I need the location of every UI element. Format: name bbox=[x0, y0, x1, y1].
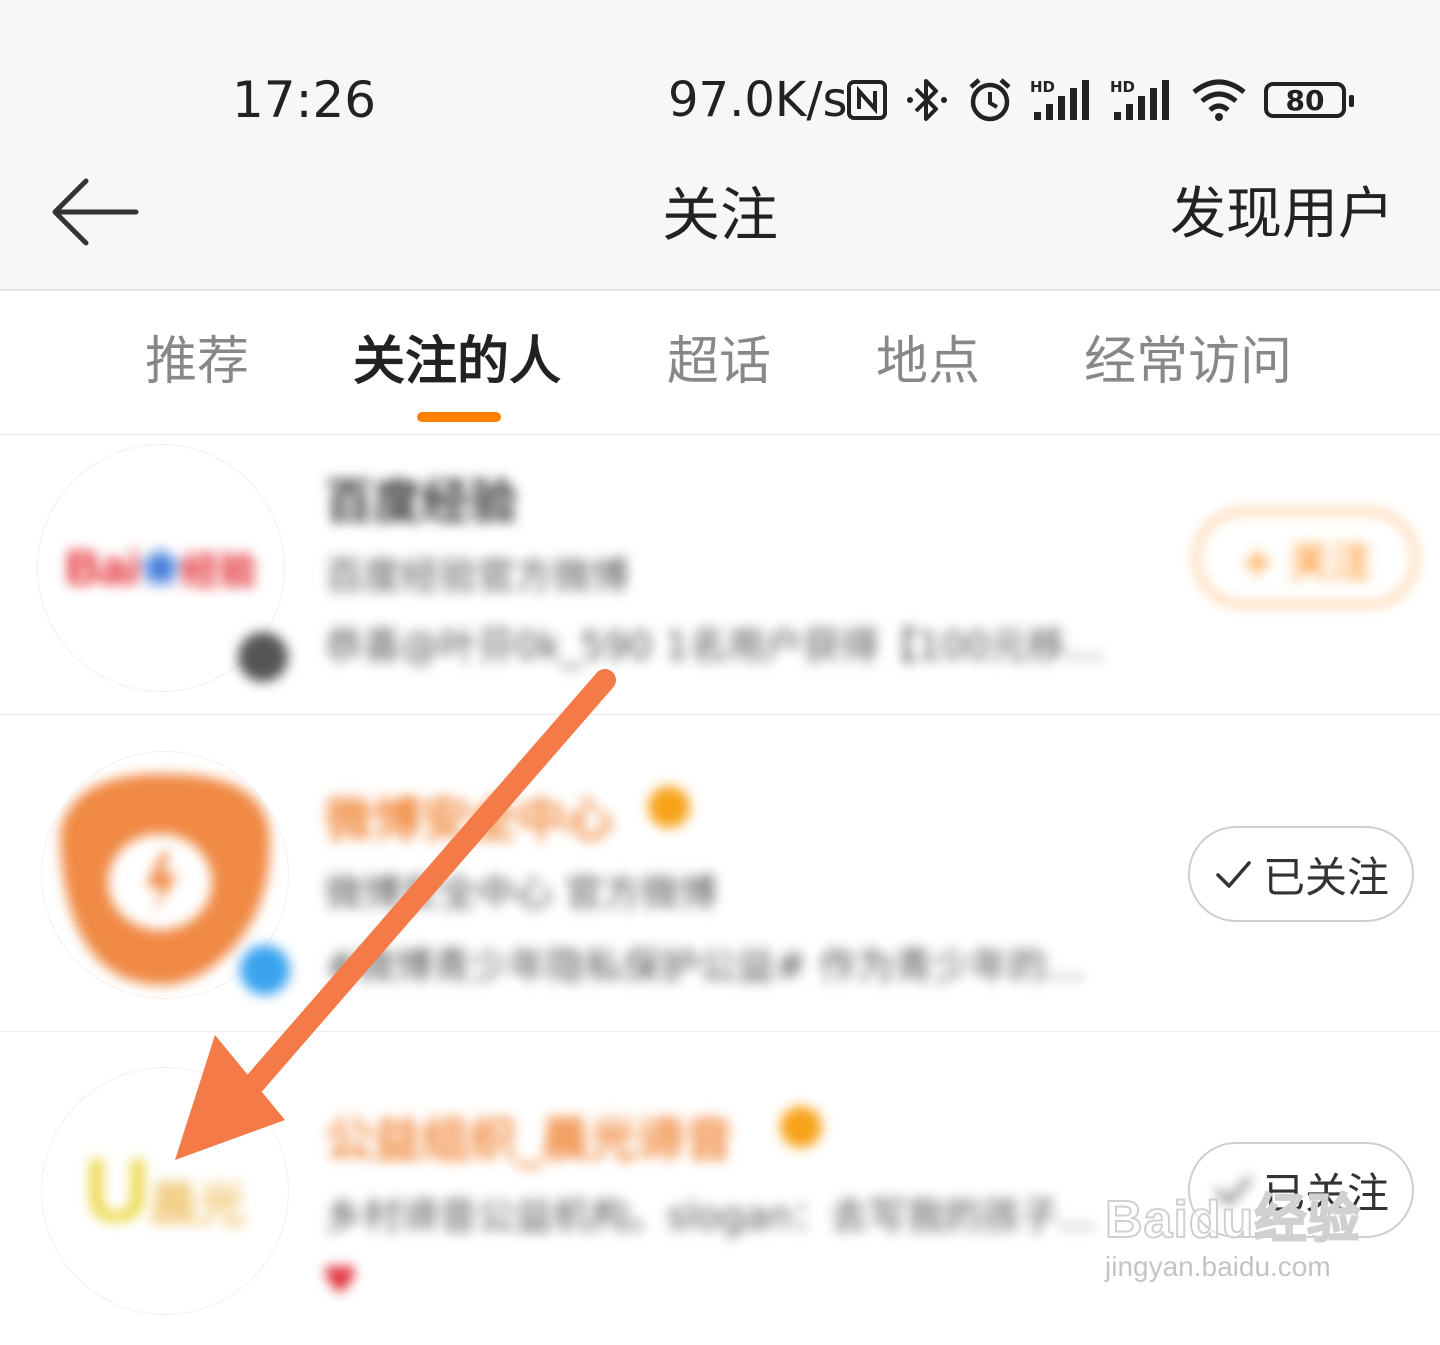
watermark: Baidu经验 jingyan.baidu.com bbox=[1104, 1190, 1361, 1284]
divider bbox=[0, 714, 1440, 715]
battery-icon: 80 bbox=[1264, 82, 1354, 118]
nfc-icon bbox=[846, 79, 888, 121]
active-tab-indicator bbox=[417, 412, 501, 422]
hd-signal-icon: HD bbox=[1110, 76, 1174, 124]
bluetooth-icon bbox=[904, 75, 950, 125]
svg-text:HD: HD bbox=[1110, 78, 1135, 96]
watermark-logo: Baidu经验 bbox=[1104, 1190, 1361, 1250]
vip-badge-icon bbox=[780, 1106, 822, 1148]
tab-super-topics[interactable]: 超话 bbox=[667, 330, 771, 394]
watermark-url: jingyan.baidu.com bbox=[1105, 1251, 1331, 1282]
status-time: 17:26 bbox=[232, 71, 377, 129]
tab-places[interactable]: 地点 bbox=[876, 330, 980, 394]
followed-label: 已关注 bbox=[1262, 852, 1389, 902]
battery-level: 80 bbox=[1285, 83, 1325, 117]
user-name: 公益组织_晨光谛音 bbox=[325, 1112, 734, 1168]
check-icon bbox=[1216, 861, 1251, 888]
verified-badge-icon bbox=[240, 945, 290, 995]
tab-following[interactable]: 关注的人 bbox=[353, 330, 561, 394]
user-name: 微博安全中心 bbox=[325, 792, 614, 848]
avatar-logo-text: U晨光 bbox=[84, 1141, 246, 1241]
user-latest-post: #微博青少年隐私保护公益# 作为青少年的… bbox=[325, 944, 1085, 988]
discover-users-button[interactable]: 发现用户 bbox=[1170, 180, 1394, 250]
divider bbox=[0, 434, 1440, 435]
network-speed: 97.0K/s bbox=[668, 72, 848, 128]
wifi-icon bbox=[1190, 78, 1248, 122]
user-description: 微博安全中心 官方微博 bbox=[325, 871, 718, 915]
hd-signal-icon: HD bbox=[1030, 76, 1094, 124]
avatar-logo-text: Bai❀经验 bbox=[65, 542, 257, 595]
vip-badge-icon bbox=[648, 786, 690, 828]
tab-frequently-visited[interactable]: 经常访问 bbox=[1084, 330, 1292, 394]
user-latest-post: 恭喜@叶芬0k_590 1名用户获得【100元移… bbox=[325, 624, 1104, 668]
divider bbox=[0, 1031, 1440, 1032]
tab-recommend[interactable]: 推荐 bbox=[145, 330, 249, 394]
alarm-icon bbox=[966, 76, 1014, 124]
svg-text:HD: HD bbox=[1030, 78, 1055, 96]
user-description: 百度经验官方微博 bbox=[325, 554, 630, 598]
heart-icon: ♥ bbox=[322, 1258, 358, 1304]
user-name: 百度经验 bbox=[325, 474, 518, 530]
verified-badge-icon bbox=[238, 632, 288, 682]
avatar[interactable]: U晨光 bbox=[42, 1068, 288, 1314]
user-description: 乡村谛音公益机构。slogan：去写我的孩子… bbox=[325, 1194, 1097, 1238]
status-icons: HD HD 80 bbox=[846, 74, 1354, 126]
follow-button[interactable]: + 关注 bbox=[1195, 510, 1417, 606]
followed-button[interactable]: 已关注 bbox=[1188, 826, 1414, 922]
